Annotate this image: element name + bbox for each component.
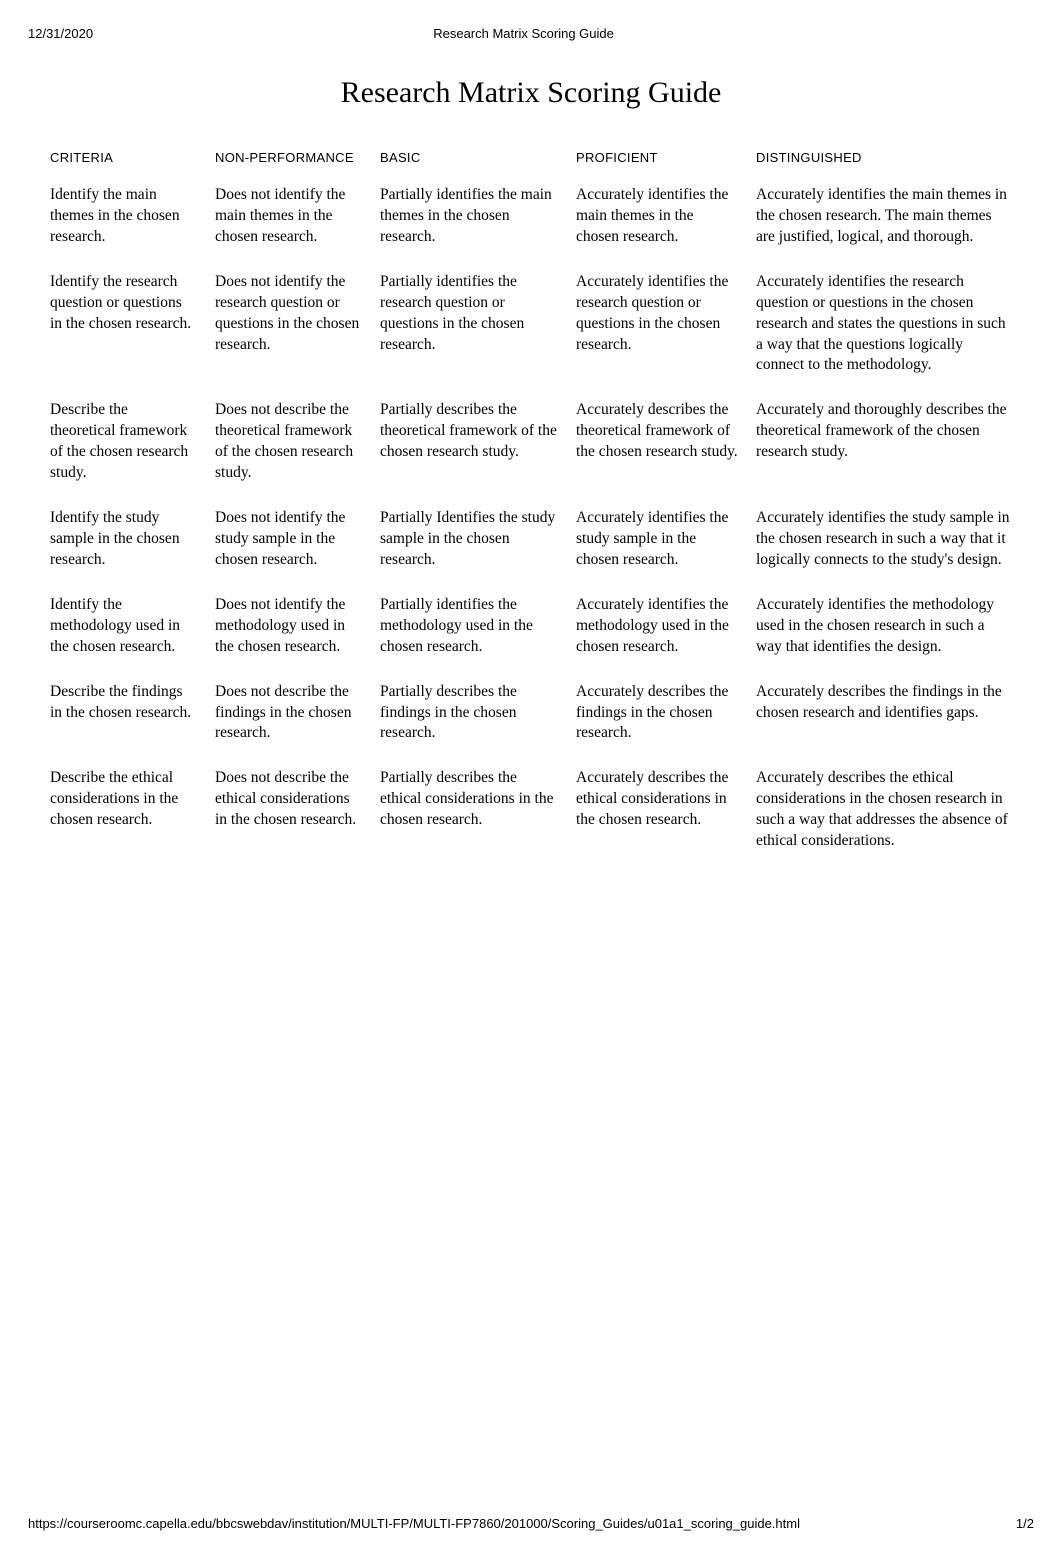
- cell-criteria: Identify the methodology used in the cho…: [50, 595, 215, 658]
- cell-basic: Partially Identifies the study sample in…: [380, 508, 576, 571]
- cell-basic: Partially identifies the research questi…: [380, 272, 576, 377]
- cell-basic: Partially identifies the methodology use…: [380, 595, 576, 658]
- cell-distinguished: Accurately identifies the methodology us…: [756, 595, 1012, 658]
- cell-criteria: Describe the findings in the chosen rese…: [50, 682, 215, 745]
- cell-criteria: Identify the main themes in the chosen r…: [50, 185, 215, 248]
- cell-basic: Partially identifies the main themes in …: [380, 185, 576, 248]
- cell-non-performance: Does not identify the study sample in th…: [215, 508, 380, 571]
- column-header-criteria: CRITERIA: [50, 150, 215, 165]
- table-row: Describe the ethical considerations in t…: [50, 756, 1012, 864]
- cell-basic: Partially describes the theoretical fram…: [380, 400, 576, 484]
- page-footer: https://courseroomc.capella.edu/bbcswebd…: [28, 1516, 1034, 1531]
- cell-proficient: Accurately describes the theoretical fra…: [576, 400, 756, 484]
- table-row: Identify the methodology used in the cho…: [50, 583, 1012, 670]
- cell-basic: Partially describes the findings in the …: [380, 682, 576, 745]
- page-title: Research Matrix Scoring Guide: [0, 76, 1062, 110]
- footer-url: https://courseroomc.capella.edu/bbcswebd…: [28, 1516, 800, 1531]
- table-row: Identify the main themes in the chosen r…: [50, 173, 1012, 260]
- cell-non-performance: Does not describe the findings in the ch…: [215, 682, 380, 745]
- cell-criteria: Describe the theoretical framework of th…: [50, 400, 215, 484]
- cell-distinguished: Accurately and thoroughly describes the …: [756, 400, 1012, 484]
- cell-proficient: Accurately describes the ethical conside…: [576, 768, 756, 852]
- cell-proficient: Accurately identifies the study sample i…: [576, 508, 756, 571]
- cell-proficient: Accurately identifies the methodology us…: [576, 595, 756, 658]
- cell-criteria: Identify the study sample in the chosen …: [50, 508, 215, 571]
- column-header-proficient: PROFICIENT: [576, 150, 756, 165]
- cell-distinguished: Accurately identifies the main themes in…: [756, 185, 1012, 248]
- table-row: Identify the study sample in the chosen …: [50, 496, 1012, 583]
- table-row: Identify the research question or questi…: [50, 260, 1012, 389]
- cell-non-performance: Does not identify the main themes in the…: [215, 185, 380, 248]
- cell-criteria: Describe the ethical considerations in t…: [50, 768, 215, 852]
- page-header: 12/31/2020 Research Matrix Scoring Guide: [0, 0, 1062, 41]
- cell-basic: Partially describes the ethical consider…: [380, 768, 576, 852]
- print-date: 12/31/2020: [28, 26, 93, 41]
- column-header-non-performance: NON-PERFORMANCE: [215, 150, 380, 165]
- cell-proficient: Accurately identifies the research quest…: [576, 272, 756, 377]
- cell-distinguished: Accurately identifies the research quest…: [756, 272, 1012, 377]
- cell-non-performance: Does not identify the methodology used i…: [215, 595, 380, 658]
- cell-distinguished: Accurately identifies the study sample i…: [756, 508, 1012, 571]
- cell-non-performance: Does not describe the theoretical framew…: [215, 400, 380, 484]
- page-number: 1/2: [1016, 1516, 1034, 1531]
- table-row: Describe the theoretical framework of th…: [50, 388, 1012, 496]
- rubric-header-row: CRITERIA NON-PERFORMANCE BASIC PROFICIEN…: [50, 140, 1012, 173]
- column-header-distinguished: DISTINGUISHED: [756, 150, 1012, 165]
- cell-non-performance: Does not describe the ethical considerat…: [215, 768, 380, 852]
- column-header-basic: BASIC: [380, 150, 576, 165]
- doc-title-small: Research Matrix Scoring Guide: [93, 26, 954, 41]
- cell-non-performance: Does not identify the research question …: [215, 272, 380, 377]
- rubric-table: CRITERIA NON-PERFORMANCE BASIC PROFICIEN…: [50, 140, 1012, 864]
- table-row: Describe the findings in the chosen rese…: [50, 670, 1012, 757]
- cell-distinguished: Accurately describes the findings in the…: [756, 682, 1012, 745]
- cell-distinguished: Accurately describes the ethical conside…: [756, 768, 1012, 852]
- cell-proficient: Accurately describes the findings in the…: [576, 682, 756, 745]
- cell-proficient: Accurately identifies the main themes in…: [576, 185, 756, 248]
- cell-criteria: Identify the research question or questi…: [50, 272, 215, 377]
